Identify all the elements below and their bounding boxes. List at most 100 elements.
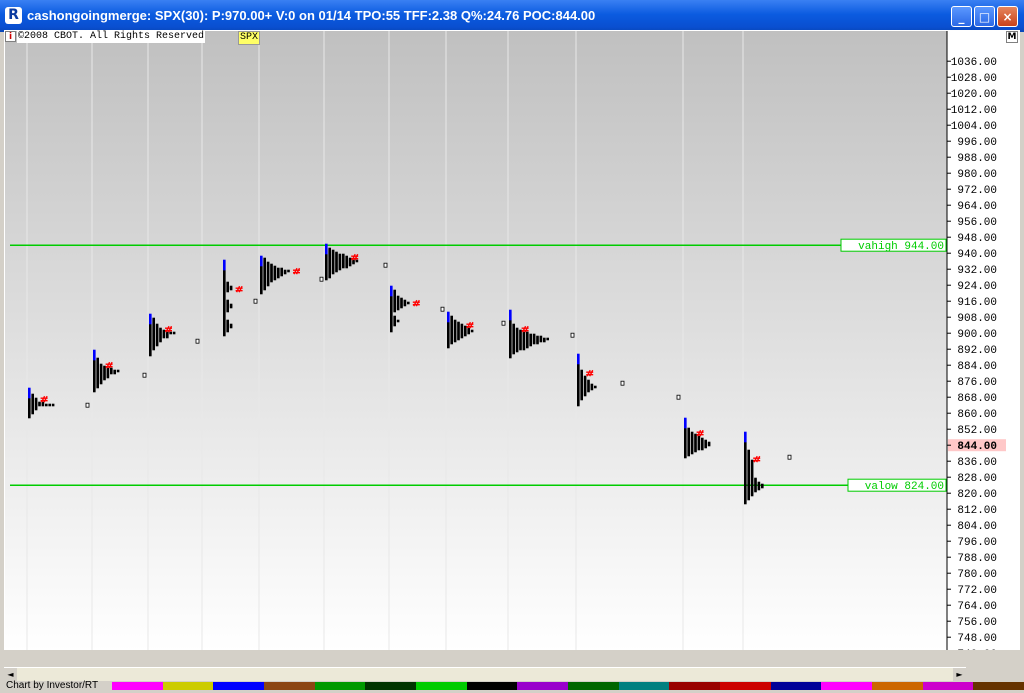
y-tick-label: 892.00: [957, 345, 997, 357]
y-tick-label: 884.00: [957, 361, 997, 373]
tpo-mark: [594, 385, 597, 389]
maximize-button[interactable]: □: [974, 6, 995, 27]
tpo-mark: [99, 363, 103, 367]
single-print: [620, 380, 625, 386]
minimize-button[interactable]: _: [951, 6, 972, 27]
scroll-right-button[interactable]: ►: [953, 668, 966, 681]
tpo-mark: [690, 431, 694, 435]
single-print: [570, 332, 575, 338]
status-text: Chart by Investor/RT: [6, 680, 99, 691]
color-swatch: [112, 682, 163, 690]
single-print: [195, 338, 200, 344]
color-swatch: [162, 682, 214, 690]
tpo-mark: [116, 369, 120, 373]
color-legend-bar: [112, 682, 1024, 690]
tpo-mark: [45, 403, 48, 407]
y-tick-label: 1020.00: [951, 89, 997, 101]
color-swatch: [416, 682, 467, 690]
y-tick-label: 868.00: [957, 393, 997, 405]
tpo-mark: [684, 417, 687, 421]
tpo-mark: [263, 257, 266, 261]
y-tick-label: 852.00: [957, 425, 997, 437]
tpo-mark: [277, 267, 280, 271]
tpo-mark: [169, 331, 172, 335]
color-swatch: [618, 682, 670, 690]
tpo-mark: [546, 337, 549, 341]
tpo-mark: [229, 323, 233, 327]
tpo-mark: [396, 319, 400, 323]
tpo-mark: [750, 459, 754, 463]
tpo-mark: [223, 259, 226, 263]
y-tick-label: 948.00: [957, 233, 997, 245]
tpo-mark: [447, 311, 450, 315]
color-swatch: [669, 682, 721, 690]
tpo-mark: [754, 477, 757, 481]
y-tick-label: 1028.00: [951, 73, 997, 85]
tpo-mark: [590, 383, 594, 387]
y-tick-label: 1012.00: [951, 105, 997, 117]
tpo-mark: [328, 247, 331, 251]
tpo-mark: [149, 313, 152, 317]
tpo-mark: [390, 285, 393, 289]
color-swatch: [872, 682, 923, 690]
single-print: [142, 372, 147, 378]
y-tick-label: 820.00: [957, 489, 997, 501]
y-tick-label: 964.00: [957, 201, 997, 213]
title-bar[interactable]: R cashongoingmerge: SPX(30): P:970.00+ V…: [0, 0, 1024, 32]
info-button[interactable]: i: [5, 31, 16, 42]
tpo-mark: [159, 327, 162, 331]
color-swatch: [365, 682, 417, 690]
y-tick-label: 1036.00: [951, 57, 997, 69]
tpo-mark: [707, 441, 711, 445]
tpo-mark: [355, 259, 359, 263]
y-tick-label: 924.00: [957, 281, 997, 293]
y-tick-label: 972.00: [957, 185, 997, 197]
tpo-mark: [34, 397, 38, 401]
tpo-mark: [744, 431, 747, 435]
y-tick-label: 996.00: [957, 137, 997, 149]
y-tick-label: 748.00: [957, 633, 997, 645]
horizontal-scrollbar[interactable]: ◄ ►: [4, 667, 966, 681]
color-swatch: [720, 682, 771, 690]
level-label: vahigh 944.00: [858, 241, 944, 253]
tpo-mark: [512, 323, 515, 327]
tpo-mark: [342, 253, 345, 257]
y-tick-label: 828.00: [957, 473, 997, 485]
tpo-mark: [96, 357, 99, 361]
tpo-mark: [155, 323, 159, 327]
y-tick-label: 860.00: [957, 409, 997, 421]
color-swatch: [568, 682, 619, 690]
tpo-mark: [38, 401, 41, 405]
tpo-mark: [464, 325, 467, 329]
symbol-label[interactable]: SPX: [238, 31, 261, 45]
m-button[interactable]: M: [1006, 31, 1018, 43]
tpo-mark: [280, 267, 283, 271]
tpo-mark: [283, 269, 287, 273]
app-icon[interactable]: R: [5, 7, 22, 24]
tpo-mark: [519, 329, 522, 333]
tpo-mark: [152, 317, 155, 321]
y-tick-label: 900.00: [957, 329, 997, 341]
tpo-mark: [396, 295, 400, 299]
tpo-mark: [348, 257, 352, 261]
market-profile-chart[interactable]: 1036.00 1028.00 1020.00 1012.00 1004.00 996.0…: [4, 30, 1020, 650]
tpo-mark: [287, 269, 290, 273]
tpo-mark: [331, 249, 335, 253]
tpo-mark: [453, 319, 457, 323]
single-print: [383, 262, 388, 268]
copyright-label: ©2008 CBOT. All Rights Reserved: [17, 31, 206, 43]
tpo-mark: [113, 369, 116, 373]
y-tick-label: 1004.00: [951, 121, 997, 133]
color-swatch: [922, 682, 974, 690]
y-tick-label: 876.00: [957, 377, 997, 389]
tpo-mark: [393, 315, 396, 319]
chart-area[interactable]: 1036.00 1028.00 1020.00 1012.00 1004.00 996.0…: [4, 30, 1020, 650]
tpo-mark: [532, 333, 536, 337]
close-button[interactable]: ×: [997, 6, 1018, 27]
tpo-mark: [338, 253, 342, 257]
tpo-mark: [539, 335, 543, 339]
tpo-mark: [93, 349, 96, 353]
tpo-mark: [270, 263, 273, 267]
y-tick-label: 908.00: [957, 313, 997, 325]
tpo-mark: [580, 369, 583, 373]
